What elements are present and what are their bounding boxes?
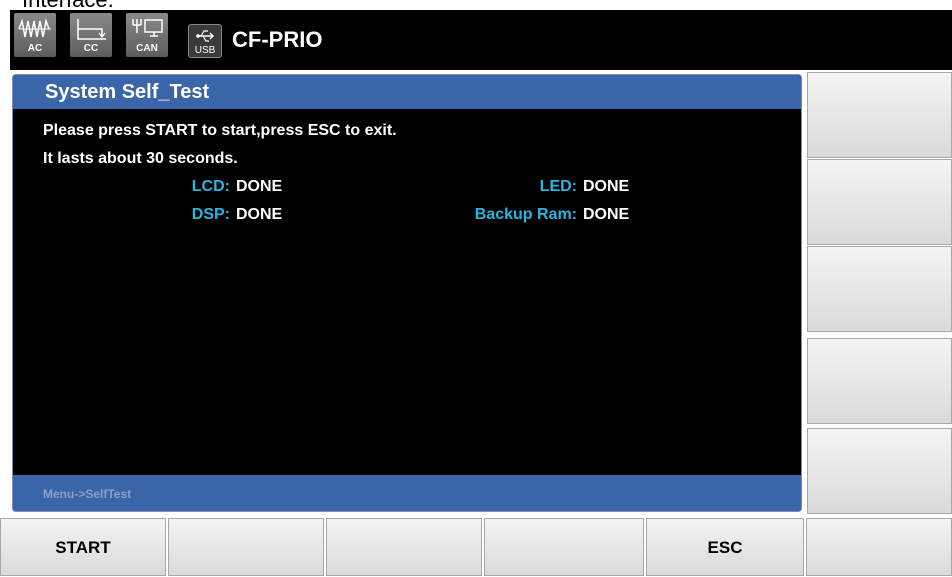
backup-ram-label: Backup Ram: xyxy=(474,206,577,223)
panel-title: System Self_Test xyxy=(13,75,801,109)
status-bar: AC CC CAN USB CF-PRIO xyxy=(10,10,952,70)
esc-button[interactable]: ESC xyxy=(646,518,804,576)
ac-waveform-icon: AC xyxy=(14,13,56,57)
led-status: DONE xyxy=(583,178,630,195)
breadcrumb: Menu->SelfTest xyxy=(43,487,132,501)
device-name: CF-PRIO xyxy=(232,27,323,52)
dsp-status: DONE xyxy=(236,206,283,223)
duration-text: It lasts about 30 seconds. xyxy=(43,150,238,167)
softkey-6[interactable] xyxy=(806,518,952,576)
instruction-text: Please press START to start,press ESC to… xyxy=(43,122,397,139)
cc-mode-icon: CC xyxy=(70,13,112,57)
side-softkey-5[interactable] xyxy=(807,428,952,514)
cc-icon-label: CC xyxy=(83,43,99,54)
can-icon-label: CAN xyxy=(136,43,158,54)
lcd-status: DONE xyxy=(236,178,283,195)
softkey-2[interactable] xyxy=(168,518,324,576)
can-interface-icon: CAN xyxy=(126,13,168,57)
lcd-label: LCD: xyxy=(191,178,230,195)
side-softkey-1[interactable] xyxy=(807,72,952,158)
dsp-label: DSP: xyxy=(191,206,230,223)
softkey-3[interactable] xyxy=(326,518,482,576)
side-softkey-4[interactable] xyxy=(807,338,952,424)
softkey-4[interactable] xyxy=(484,518,644,576)
backup-ram-status: DONE xyxy=(583,206,630,223)
side-softkey-3[interactable] xyxy=(807,246,952,332)
usb-icon: USB xyxy=(188,24,222,58)
usb-icon-label: USB xyxy=(194,45,216,56)
start-button[interactable]: START xyxy=(0,518,166,576)
side-softkey-2[interactable] xyxy=(807,159,952,245)
self-test-panel: System Self_Test Please press START to s… xyxy=(12,74,802,512)
ac-icon-label: AC xyxy=(27,43,43,54)
panel-footer: Menu->SelfTest xyxy=(13,475,801,511)
led-label: LED: xyxy=(539,178,577,195)
